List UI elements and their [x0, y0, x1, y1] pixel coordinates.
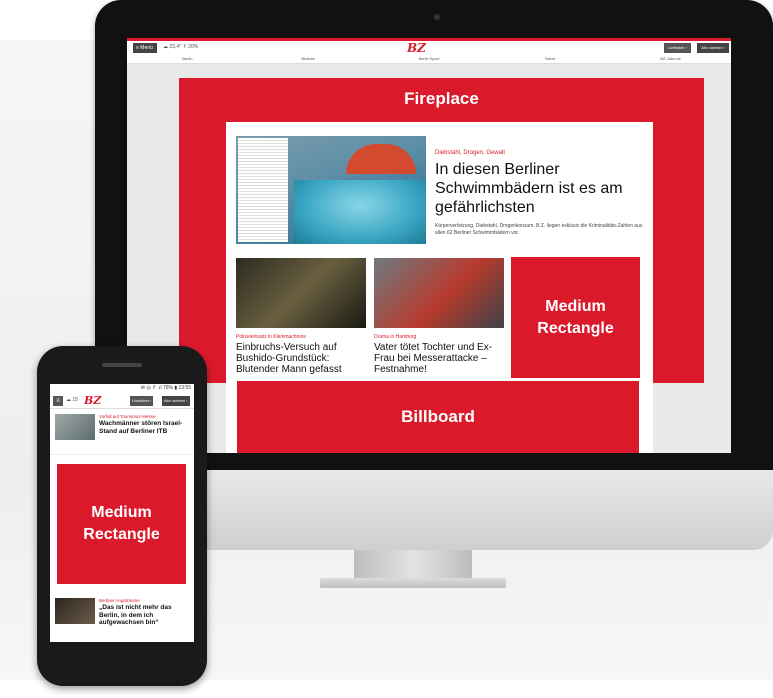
pool-graphic: [294, 180, 426, 244]
site-header: ≡ Menü ☁ 23,4° ⇑ 20% BZ Liveticker › Abo…: [127, 38, 731, 55]
weather-widget: ☁ 23,4° ⇑ 20%: [163, 44, 199, 50]
teaser-card[interactable]: Polizeieinsatz in Kleinmachnow Einbruchs…: [236, 258, 366, 375]
news-headline[interactable]: „Das ist nicht mehr das Berlin, in dem i…: [99, 604, 191, 627]
abo-button[interactable]: Abo sichern ›: [697, 43, 729, 53]
hero-image[interactable]: [236, 136, 426, 244]
waterslide-graphic: [346, 144, 416, 174]
stats-table-graphic: [238, 138, 288, 242]
teaser-headline[interactable]: Einbruchs-Versuch auf Bushido-Grundstück…: [236, 342, 366, 375]
teaser-kicker: Polizeieinsatz in Kleinmachnow: [236, 334, 306, 340]
hero-kicker: Diebstahl, Drogen, Gewalt: [435, 150, 506, 156]
news-item[interactable]: Vorfall auf Tourismus-Messe Wachmänner s…: [50, 409, 194, 455]
medium-rectangle-ad[interactable]: Medium Rectangle: [57, 464, 186, 584]
news-kicker: Berliner Angsträume: [99, 598, 140, 603]
ad-format-mockup: ≡ Menü ☁ 23,4° ⇑ 20% BZ Liveticker › Abo…: [0, 0, 773, 698]
status-bar: ✉ ◎ ⇑ .ıl 76% ▮ 13:55: [50, 384, 194, 393]
monitor-base: [320, 578, 506, 588]
smartphone: ✉ ◎ ⇑ .ıl 76% ▮ 13:55 ≡ ☁ 15 BZ Livetick…: [37, 346, 207, 686]
desktop-screen: ≡ Menü ☁ 23,4° ⇑ 20% BZ Liveticker › Abo…: [127, 38, 731, 453]
section-nav: Berlin Bezirke Berlin Sport Talent BZ-Jo…: [127, 54, 731, 64]
medium-rectangle-ad[interactable]: Medium Rectangle: [511, 257, 640, 378]
bz-logo[interactable]: BZ: [84, 394, 101, 407]
teaser-card[interactable]: Drama in Hamburg Vater tötet Tochter und…: [374, 258, 504, 375]
fireplace-label: Fireplace: [404, 89, 479, 108]
phone-screen: ✉ ◎ ⇑ .ıl 76% ▮ 13:55 ≡ ☁ 15 BZ Livetick…: [50, 384, 194, 642]
news-kicker: Vorfall auf Tourismus-Messe: [99, 414, 156, 419]
nav-item-bezirke[interactable]: Bezirke: [248, 54, 369, 63]
nav-item-berlin-sport[interactable]: Berlin Sport: [369, 54, 490, 63]
billboard-ad[interactable]: Billboard: [237, 381, 639, 453]
teaser-kicker: Drama in Hamburg: [374, 334, 417, 340]
nav-item-bz-jobs[interactable]: BZ-Jobs.de: [610, 54, 731, 63]
news-thumbnail: [55, 414, 95, 440]
hero-teaser-text: Körperverletzung, Diebstahl, Drogenkonsu…: [435, 223, 643, 236]
content-area: Diebstahl, Drogen, Gewalt In diesen Berl…: [226, 122, 653, 453]
monitor-stand: [354, 550, 472, 580]
menu-icon[interactable]: ≡: [53, 396, 63, 406]
speaker-icon: [102, 363, 142, 367]
news-thumbnail: [55, 598, 95, 624]
liveticker-button[interactable]: Liveticker ›: [663, 43, 691, 53]
hero-headline[interactable]: In diesen Berliner Schwimmbädern ist es …: [435, 160, 645, 217]
news-item[interactable]: Berliner Angsträume „Das ist nicht mehr …: [50, 594, 194, 642]
abo-button[interactable]: Abo sichern ›: [162, 396, 190, 406]
news-headline[interactable]: Wachmänner stören Israel-Stand auf Berli…: [99, 420, 191, 435]
nav-item-berlin[interactable]: Berlin: [127, 54, 248, 63]
camera-icon: [434, 14, 440, 20]
teaser-image: [236, 258, 366, 328]
nav-item-talent[interactable]: Talent: [489, 54, 610, 63]
weather-widget: ☁ 15: [66, 397, 78, 403]
mobile-header: ≡ ☁ 15 BZ Liveticker › Abo sichern ›: [50, 393, 194, 409]
liveticker-button[interactable]: Liveticker ›: [130, 396, 154, 406]
bz-logo[interactable]: BZ: [407, 41, 426, 55]
menu-button[interactable]: ≡ Menü: [133, 43, 157, 53]
teaser-image: [374, 258, 504, 328]
teaser-headline[interactable]: Vater tötet Tochter und Ex-Frau bei Mess…: [374, 342, 504, 375]
